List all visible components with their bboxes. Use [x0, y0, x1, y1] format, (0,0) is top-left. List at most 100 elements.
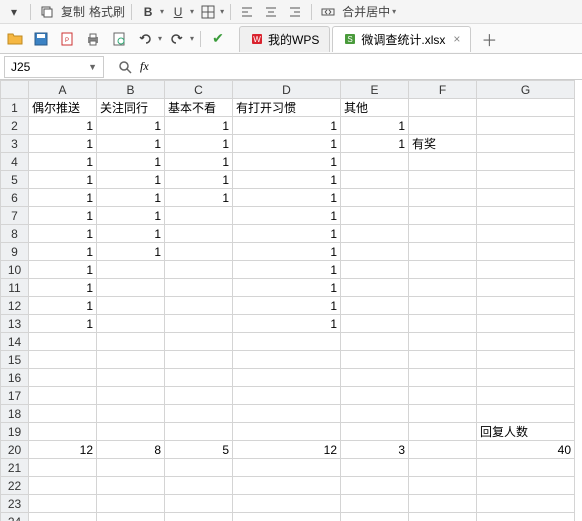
cell-F13[interactable]	[409, 315, 477, 333]
cell-A7[interactable]: 1	[29, 207, 97, 225]
cell-F14[interactable]	[409, 333, 477, 351]
cell-F22[interactable]	[409, 477, 477, 495]
cell-C3[interactable]: 1	[165, 135, 233, 153]
font-dropdown[interactable]: ▾	[160, 7, 164, 16]
paste-menu-arrow[interactable]: ▾	[4, 2, 24, 22]
cell-D2[interactable]: 1	[233, 117, 341, 135]
cell-A6[interactable]: 1	[29, 189, 97, 207]
cell-G9[interactable]	[477, 243, 575, 261]
cell-G4[interactable]	[477, 153, 575, 171]
row-header-24[interactable]: 24	[1, 513, 29, 521]
new-tab-button[interactable]: ＋	[477, 27, 501, 51]
search-icon[interactable]	[118, 60, 132, 74]
cell-C22[interactable]	[165, 477, 233, 495]
cell-B22[interactable]	[97, 477, 165, 495]
check-icon[interactable]: ✔	[207, 28, 229, 50]
cell-A21[interactable]	[29, 459, 97, 477]
save-icon[interactable]	[30, 28, 52, 50]
cell-D19[interactable]	[233, 423, 341, 441]
cell-B24[interactable]	[97, 513, 165, 521]
cell-G12[interactable]	[477, 297, 575, 315]
cell-A3[interactable]: 1	[29, 135, 97, 153]
cell-F16[interactable]	[409, 369, 477, 387]
row-header-5[interactable]: 5	[1, 171, 29, 189]
align-right-icon[interactable]	[285, 2, 305, 22]
cell-D17[interactable]	[233, 387, 341, 405]
cell-F11[interactable]	[409, 279, 477, 297]
cell-A23[interactable]	[29, 495, 97, 513]
cell-B20[interactable]: 8	[97, 441, 165, 459]
document-tab-0[interactable]: W我的WPS	[239, 26, 330, 52]
row-header-12[interactable]: 12	[1, 297, 29, 315]
cell-D18[interactable]	[233, 405, 341, 423]
cell-E9[interactable]	[341, 243, 409, 261]
cell-B19[interactable]	[97, 423, 165, 441]
cell-C7[interactable]	[165, 207, 233, 225]
copy-icon[interactable]	[37, 2, 57, 22]
row-header-23[interactable]: 23	[1, 495, 29, 513]
cell-E7[interactable]	[341, 207, 409, 225]
row-header-17[interactable]: 17	[1, 387, 29, 405]
cell-G13[interactable]	[477, 315, 575, 333]
close-tab-icon[interactable]: ×	[453, 32, 460, 46]
cell-F10[interactable]	[409, 261, 477, 279]
row-header-6[interactable]: 6	[1, 189, 29, 207]
cell-F18[interactable]	[409, 405, 477, 423]
cell-C20[interactable]: 5	[165, 441, 233, 459]
cell-B18[interactable]	[97, 405, 165, 423]
cell-G21[interactable]	[477, 459, 575, 477]
cell-B2[interactable]: 1	[97, 117, 165, 135]
cell-E5[interactable]	[341, 171, 409, 189]
cell-D7[interactable]: 1	[233, 207, 341, 225]
cell-C24[interactable]	[165, 513, 233, 521]
row-header-16[interactable]: 16	[1, 369, 29, 387]
cell-B17[interactable]	[97, 387, 165, 405]
cell-E4[interactable]	[341, 153, 409, 171]
row-header-18[interactable]: 18	[1, 405, 29, 423]
cell-E14[interactable]	[341, 333, 409, 351]
cell-C4[interactable]: 1	[165, 153, 233, 171]
cell-E17[interactable]	[341, 387, 409, 405]
cell-F20[interactable]	[409, 441, 477, 459]
cell-D24[interactable]	[233, 513, 341, 521]
row-header-15[interactable]: 15	[1, 351, 29, 369]
cell-G6[interactable]	[477, 189, 575, 207]
cell-A16[interactable]	[29, 369, 97, 387]
cell-D13[interactable]: 1	[233, 315, 341, 333]
cell-A5[interactable]: 1	[29, 171, 97, 189]
cell-D10[interactable]: 1	[233, 261, 341, 279]
cell-D4[interactable]: 1	[233, 153, 341, 171]
cell-D5[interactable]: 1	[233, 171, 341, 189]
cell-A20[interactable]: 12	[29, 441, 97, 459]
cell-B16[interactable]	[97, 369, 165, 387]
cell-F6[interactable]	[409, 189, 477, 207]
cell-F9[interactable]	[409, 243, 477, 261]
cell-A1[interactable]: 偶尔推送	[29, 99, 97, 117]
cell-F7[interactable]	[409, 207, 477, 225]
cell-C10[interactable]	[165, 261, 233, 279]
cell-D14[interactable]	[233, 333, 341, 351]
cell-E1[interactable]: 其他	[341, 99, 409, 117]
row-header-9[interactable]: 9	[1, 243, 29, 261]
cell-F1[interactable]	[409, 99, 477, 117]
cell-E18[interactable]	[341, 405, 409, 423]
row-header-7[interactable]: 7	[1, 207, 29, 225]
row-header-1[interactable]: 1	[1, 99, 29, 117]
cell-D22[interactable]	[233, 477, 341, 495]
row-header-22[interactable]: 22	[1, 477, 29, 495]
cell-F21[interactable]	[409, 459, 477, 477]
cell-G1[interactable]	[477, 99, 575, 117]
document-tab-1[interactable]: S微调查统计.xlsx×	[332, 26, 471, 52]
spreadsheet-grid[interactable]: ABCDEFG1偶尔推送关注同行基本不看有打开习惯其他211111311111有…	[0, 80, 582, 521]
cell-G16[interactable]	[477, 369, 575, 387]
row-header-19[interactable]: 19	[1, 423, 29, 441]
cell-F23[interactable]	[409, 495, 477, 513]
cell-B5[interactable]: 1	[97, 171, 165, 189]
cell-E2[interactable]: 1	[341, 117, 409, 135]
cell-B15[interactable]	[97, 351, 165, 369]
cell-D1[interactable]: 有打开习惯	[233, 99, 341, 117]
name-box-arrow-icon[interactable]: ▼	[88, 62, 97, 72]
cell-G22[interactable]	[477, 477, 575, 495]
cell-G8[interactable]	[477, 225, 575, 243]
cell-A19[interactable]	[29, 423, 97, 441]
